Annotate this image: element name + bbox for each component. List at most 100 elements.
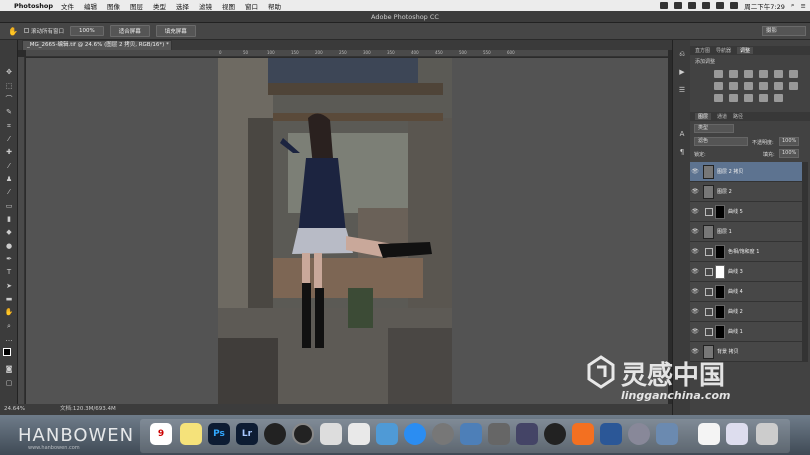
eye-icon[interactable]: 👁 <box>690 348 700 355</box>
levels-icon[interactable] <box>729 70 738 78</box>
eye-icon[interactable]: 👁 <box>690 268 700 275</box>
shape-tool-icon[interactable]: ▬ <box>4 295 14 304</box>
vertical-ruler[interactable] <box>18 57 25 404</box>
exposure-icon[interactable] <box>759 70 768 78</box>
scroll-all-windows-checkbox[interactable]: 滚动所有窗口 <box>23 27 64 35</box>
keynote-app-icon[interactable] <box>376 423 398 445</box>
vibrance-icon[interactable] <box>774 70 783 78</box>
document-tab[interactable]: _MG_2665-编辑.tif @ 24.6% (图层 2 拷贝, RGB/16… <box>22 40 172 50</box>
photo-filter-icon[interactable] <box>759 82 768 90</box>
brightness-icon[interactable] <box>714 70 723 78</box>
tab-navigator[interactable]: 导航器 <box>716 47 731 54</box>
type-tool-icon[interactable]: T <box>4 268 14 277</box>
tab-layers[interactable]: 图层 <box>695 113 712 120</box>
app-store-icon[interactable] <box>404 423 426 445</box>
eye-icon[interactable]: 👁 <box>690 168 700 175</box>
history-panel-icon[interactable]: ⎌ <box>677 50 687 59</box>
brush-tool-icon[interactable]: ⁄ <box>4 162 14 171</box>
layer-row[interactable]: 👁 色相/饱和度 1 <box>690 242 802 262</box>
layer-mask[interactable] <box>715 204 725 219</box>
selective-color-icon[interactable] <box>759 94 768 102</box>
qq-app-icon[interactable] <box>544 423 566 445</box>
preview-app-icon[interactable] <box>320 423 342 445</box>
layer-filter-select[interactable]: 类型 <box>694 124 734 133</box>
layer-row[interactable]: 👁 曲线 3 <box>690 262 802 282</box>
xiami-app-icon[interactable] <box>572 423 594 445</box>
eye-icon[interactable]: 👁 <box>690 248 700 255</box>
menu-window[interactable]: 窗口 <box>245 1 258 11</box>
downloads-folder-icon[interactable] <box>726 423 748 445</box>
menu-layer[interactable]: 图层 <box>130 1 143 11</box>
quick-select-tool-icon[interactable]: ✎ <box>4 108 14 117</box>
gradient-map-icon[interactable] <box>774 94 783 102</box>
eye-icon[interactable]: 👁 <box>690 308 700 315</box>
channel-mixer-icon[interactable] <box>774 82 783 90</box>
blur-tool-icon[interactable]: ◆ <box>4 228 14 237</box>
eye-icon[interactable]: 👁 <box>690 188 700 195</box>
layer-row[interactable]: 👁 曲线 4 <box>690 282 802 302</box>
gradient-tool-icon[interactable]: ▮ <box>4 215 14 224</box>
menu-image[interactable]: 图像 <box>107 1 120 11</box>
notes-app-icon[interactable] <box>180 423 202 445</box>
fill-input[interactable]: 100% <box>779 149 799 158</box>
zoom-level[interactable]: 24.64% <box>4 404 25 415</box>
numbers-app-icon[interactable] <box>348 423 370 445</box>
camera-app-icon[interactable] <box>264 423 286 445</box>
color-balance-icon[interactable] <box>729 82 738 90</box>
layer-row[interactable]: 👁 图层 2 <box>690 182 802 202</box>
tab-adjustments[interactable]: 调整 <box>737 47 754 54</box>
menu-view[interactable]: 视图 <box>222 1 235 11</box>
status-icon[interactable] <box>660 2 669 9</box>
properties-panel-icon[interactable]: ☰ <box>677 86 687 95</box>
app-menu[interactable]: Photoshop <box>14 2 53 10</box>
posterize-icon[interactable] <box>729 94 738 102</box>
lightroom-app-icon[interactable]: Lr <box>236 423 258 445</box>
menu-help[interactable]: 帮助 <box>268 1 281 11</box>
menubar-clock[interactable]: 周二下午7:29 <box>744 1 785 11</box>
layer-mask[interactable] <box>715 264 725 279</box>
horizontal-ruler[interactable]: 0 50 100 150 200 250 300 350 400 450 500… <box>26 50 668 57</box>
foreground-color-swatch[interactable] <box>3 348 11 356</box>
fit-screen-button[interactable]: 适合屏幕 <box>109 25 150 37</box>
word-app-icon[interactable] <box>600 423 622 445</box>
menu-file[interactable]: 文件 <box>61 1 74 11</box>
photoshop-app-icon[interactable]: Ps <box>208 423 230 445</box>
hand-tool-icon[interactable]: ✋ <box>8 27 18 36</box>
battery-icon[interactable] <box>730 2 739 9</box>
menu-filter[interactable]: 滤镜 <box>199 1 212 11</box>
document-photo[interactable] <box>218 58 452 409</box>
status-icon[interactable] <box>674 2 683 9</box>
menu-select[interactable]: 选择 <box>176 1 189 11</box>
layer-mask[interactable] <box>715 284 725 299</box>
layer-mask[interactable] <box>715 244 725 259</box>
menu-type[interactable]: 类型 <box>153 1 166 11</box>
photo-booth-app-icon[interactable] <box>516 423 538 445</box>
layer-row[interactable]: 👁 图层 2 拷贝 <box>690 162 802 182</box>
crop-tool-icon[interactable]: ⌗ <box>4 122 14 131</box>
gradient-map-icon[interactable] <box>789 70 798 78</box>
layer-row[interactable]: 👁 曲线 1 <box>690 322 802 342</box>
clone-stamp-tool-icon[interactable]: ♟ <box>4 175 14 184</box>
layer-row[interactable]: 👁 曲线 5 <box>690 202 802 222</box>
actions-panel-icon[interactable]: ▶ <box>677 68 687 77</box>
invert-icon[interactable] <box>714 94 723 102</box>
threshold-icon[interactable] <box>744 94 753 102</box>
calendar-app-icon[interactable]: 9 <box>150 423 172 445</box>
status-icon[interactable] <box>688 2 697 9</box>
marquee-tool-icon[interactable]: ⬚ <box>4 82 14 91</box>
fill-screen-button[interactable]: 填充屏幕 <box>155 25 196 37</box>
eye-icon[interactable]: 👁 <box>690 288 700 295</box>
menu-edit[interactable]: 编辑 <box>84 1 97 11</box>
opacity-input[interactable]: 100% <box>779 137 799 146</box>
eye-icon[interactable]: 👁 <box>690 328 700 335</box>
final-cut-app-icon[interactable] <box>488 423 510 445</box>
system-preferences-icon[interactable] <box>432 423 454 445</box>
layer-mask[interactable] <box>715 324 725 339</box>
tab-paths[interactable]: 路径 <box>733 113 743 120</box>
lasso-tool-icon[interactable]: ⌒ <box>4 95 14 104</box>
volume-icon[interactable] <box>716 2 725 9</box>
eyedropper-tool-icon[interactable]: ⁄ <box>4 135 14 144</box>
menu-list-icon[interactable]: ≡ <box>801 2 806 10</box>
eye-icon[interactable]: 👁 <box>690 228 700 235</box>
layer-mask[interactable] <box>715 304 725 319</box>
